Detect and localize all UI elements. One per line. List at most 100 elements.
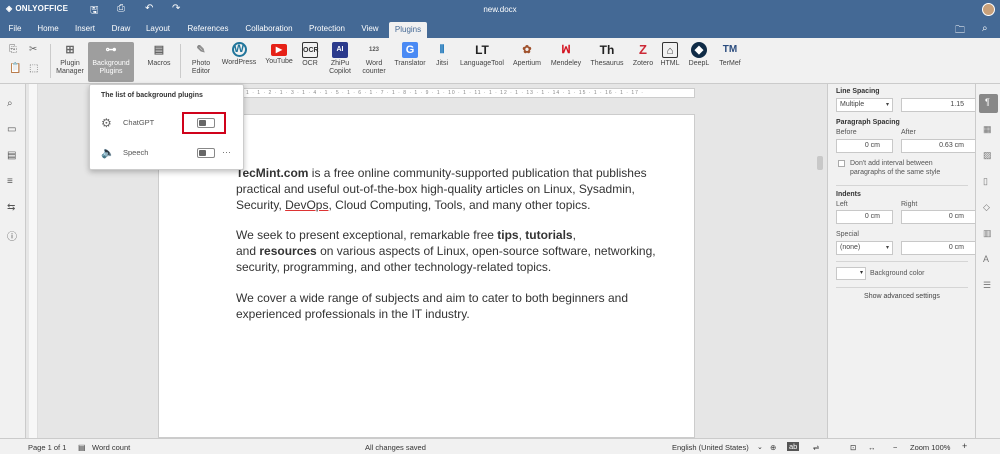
special-select[interactable]: (none) ▾ [836,241,893,255]
zhipu-copilot-button[interactable]: AI ZhiPu Copilot [324,42,356,82]
right-indent-input[interactable]: 0 cm [901,210,977,224]
separator [50,44,51,78]
show-advanced-settings-link[interactable]: Show advanced settings [828,293,976,300]
navigation-icon[interactable]: ≡ [7,176,13,187]
paragraph-2[interactable]: We seek to present exceptional, remarkab… [236,227,656,275]
image-settings-icon[interactable]: ▨ [983,150,992,161]
macros-button[interactable]: ▤ Macros [143,42,175,82]
header-footer-icon[interactable]: ▯ [983,176,988,187]
paragraph-settings-tab[interactable]: ¶ [979,94,998,113]
zoom-out-button[interactable]: − [893,443,897,452]
cut-icon[interactable]: ✂ [29,44,37,55]
tab-insert[interactable]: Insert [70,20,100,38]
word-counter-button[interactable]: 123 Word counter [359,42,389,82]
thesaurus-button[interactable]: Th Thesaurus [588,42,626,82]
languagetool-icon: LT [475,43,489,57]
plugin-manager-button[interactable]: ⊞ Plugin Manager [54,42,86,82]
paragraph-1[interactable]: TecMint.com is a free online community-s… [236,165,656,213]
youtube-button[interactable]: ▶ YouTube [262,42,296,82]
more-icon[interactable]: ··· [222,144,231,160]
language-globe-icon[interactable]: ⊕ [770,443,776,452]
chevron-down-icon: ▾ [885,102,889,108]
tab-file[interactable]: File [4,20,26,38]
chevron-down-icon: ⌄ [757,444,763,451]
special-input[interactable]: 0 cm [901,241,977,255]
chat-icon[interactable]: ▤ [7,150,16,161]
languagetool-button[interactable]: LT LanguageTool [456,42,508,82]
line-spacing-select[interactable]: Multiple ▾ [836,98,893,112]
tab-view[interactable]: View [357,20,383,38]
line-spacing-heading: Line Spacing [836,88,880,95]
about-icon[interactable]: ⓘ [7,228,17,243]
paragraph-spacing-heading: Paragraph Spacing [836,119,900,126]
apertium-button[interactable]: ✿ Apertium [510,42,544,82]
background-color-label: Background color [870,270,925,277]
termef-button[interactable]: TM TerMef [716,42,744,82]
html-button[interactable]: ⌂ HTML [658,42,682,82]
mendeley-button[interactable]: ꟽ Mendeley [547,42,585,82]
paste-icon[interactable]: 📋 [9,63,21,74]
scroll-thumb[interactable] [817,156,823,170]
deepl-button[interactable]: ◆ DeepL [686,42,712,82]
select-all-icon[interactable]: ⬚ [29,63,38,74]
plugins-toolbar: ⎘ ✂ 📋 ⬚ ⊞ Plugin Manager ⊶ Background Plug… [0,38,1000,84]
shape-settings-icon[interactable]: ◇ [983,202,990,213]
line-spacing-input[interactable]: 1.15 [901,98,977,112]
tab-collaboration[interactable]: Collaboration [241,20,297,38]
photo-editor-button[interactable]: ✎ Photo Editor [184,42,218,82]
fit-width-icon[interactable]: ↔ [868,443,876,452]
table-settings-icon[interactable]: ▦ [983,124,992,135]
photo-editor-icon: ✎ [196,44,206,56]
after-input[interactable]: 0.63 cm [901,139,977,153]
user-avatar[interactable] [982,3,995,16]
chevron-down-icon: ▾ [859,270,863,276]
tab-references[interactable]: References [182,20,234,38]
dont-add-interval-checkbox[interactable] [838,160,845,167]
comments-icon[interactable]: ▭ [7,124,16,135]
translator-icon: G [402,42,418,58]
tab-protection[interactable]: Protection [304,20,350,38]
tab-layout[interactable]: Layout [142,20,174,38]
apertium-icon: ✿ [522,44,532,56]
word-count-button[interactable]: Word count [92,443,130,452]
search-icon[interactable]: ⌕ [982,23,988,34]
chart-settings-icon[interactable]: ▥ [983,228,992,239]
fit-page-icon[interactable]: ⊡ [850,443,856,452]
macros-icon: ▤ [153,44,165,56]
search-icon[interactable]: ⌕ [7,98,13,109]
page-indicator[interactable]: Page 1 of 1 [28,443,66,452]
zotero-button[interactable]: Z Zotero [630,42,656,82]
background-plugins-button[interactable]: ⊶ Background Plugins [88,42,134,82]
right-sidebar: ¶ ▦ ▨ ▯ ◇ ▥ A ☰ [975,84,1000,438]
translator-button[interactable]: G Translator [392,42,428,82]
left-indent-input[interactable]: 0 cm [836,210,893,224]
paragraph-3[interactable]: We cover a wide range of subjects and ai… [236,290,656,322]
jitsi-button[interactable]: ⦀ Jitsi [431,42,453,82]
zoom-level[interactable]: Zoom 100% [910,443,950,452]
track-changes-icon[interactable]: ⇌ [813,443,819,452]
plugins-icon[interactable]: ⇆ [7,202,15,213]
tab-draw[interactable]: Draw [108,20,134,38]
spellcheck-icon[interactable]: ab [787,442,800,451]
popup-title: The list of background plugins [101,92,203,99]
language-select[interactable]: English (United States) [672,443,749,452]
chatgpt-icon: ⚙ [101,116,112,130]
ocr-button[interactable]: OCR OCR [298,42,322,82]
background-color-picker[interactable]: ▾ [836,267,866,280]
tab-home[interactable]: Home [34,20,62,38]
speech-toggle[interactable] [197,148,215,158]
wordpress-button[interactable]: W WordPress [220,42,258,82]
paragraph-icon: ¶ [985,97,990,107]
dont-add-interval-label: Don't add interval between paragraphs of… [850,160,941,176]
brand-name: TecMint.com [236,166,309,180]
tab-plugins[interactable]: Plugins [389,22,427,38]
before-input[interactable]: 0 cm [836,139,893,153]
status-bar: Page 1 of 1 ▤ Word count All changes sav… [0,438,1000,454]
text-art-icon[interactable]: A [983,254,989,264]
vertical-scrollbar[interactable] [816,96,824,438]
copy-icon[interactable]: ⎘ [9,44,17,55]
form-settings-icon[interactable]: ☰ [983,280,991,291]
zoom-in-button[interactable]: + [962,441,967,451]
horizontal-ruler[interactable]: · 1 · 1 · 2 · 1 · 3 · 1 · 4 · 1 · 5 · 1 … [240,88,695,98]
toggle-icon: ⊶ [105,44,117,56]
